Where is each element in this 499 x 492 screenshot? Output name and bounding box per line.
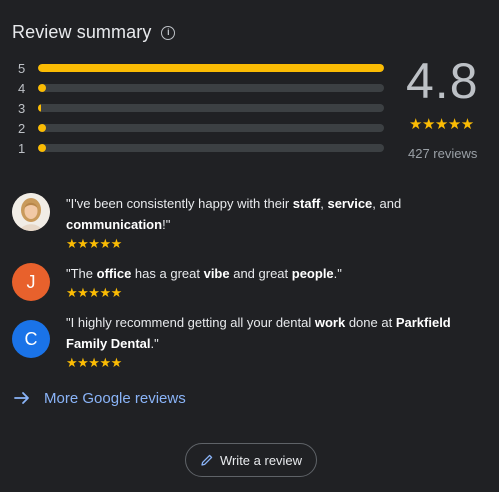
review-text-segment: "I highly recommend getting all your den…	[66, 315, 315, 330]
rating-bar-fill	[38, 104, 41, 112]
review-body: "I highly recommend getting all your den…	[66, 312, 466, 371]
rating-label: 1	[18, 140, 26, 156]
review-stars: ★★★★★	[66, 285, 122, 300]
review-keyword: service	[327, 196, 373, 211]
review-text: "The office has a great vibe and great p…	[66, 263, 466, 284]
review-body: "I've been consistently happy with their…	[66, 193, 466, 252]
review-keyword: staff	[292, 196, 321, 211]
review-text-segment: "I've been consistently happy with their	[66, 196, 293, 211]
review-count[interactable]: 427 reviews	[408, 146, 477, 161]
more-google-reviews-label: More Google reviews	[44, 389, 186, 407]
review-text-segment: and great	[229, 266, 292, 281]
avatar-letter: J	[26, 271, 36, 292]
review-keyword: office	[96, 266, 132, 281]
rating-label: 3	[18, 100, 26, 116]
rating-bar-track	[38, 124, 384, 132]
review-keyword: work	[314, 315, 346, 330]
review-keyword: communication	[66, 217, 163, 232]
review-stars: ★★★★★	[66, 355, 122, 370]
write-review-button[interactable]: Write a review	[185, 443, 317, 477]
review-text: "I've been consistently happy with their…	[66, 193, 466, 235]
rating-bar-track	[38, 144, 384, 152]
review-text-segment: ."	[150, 336, 159, 351]
write-review-label: Write a review	[219, 452, 303, 468]
rating-row-3: 3	[18, 98, 384, 118]
pencil-icon	[201, 454, 213, 466]
avatar	[12, 193, 50, 231]
rating-bar-track	[38, 104, 384, 112]
rating-bar-track	[38, 64, 384, 72]
avatar: J	[12, 263, 50, 301]
review-stars: ★★★★★	[66, 236, 122, 251]
rating-label: 2	[18, 120, 26, 136]
review-snippet[interactable]: C "I highly recommend getting all your d…	[12, 312, 466, 371]
review-text-segment: done at	[345, 315, 396, 330]
review-text-segment: , and	[372, 196, 402, 211]
rating-bar-fill	[38, 124, 46, 132]
rating-bar-fill	[38, 64, 384, 72]
rating-bar-track	[38, 84, 384, 92]
review-summary-header: Review summary i	[12, 22, 176, 43]
review-snippet[interactable]: J "The office has a great vibe and great…	[12, 263, 466, 301]
review-body: "The office has a great vibe and great p…	[66, 263, 466, 301]
review-text-segment: ."	[333, 266, 342, 281]
rating-row-5: 5	[18, 58, 384, 78]
average-stars: ★★★★★	[409, 116, 474, 133]
review-summary-title: Review summary	[12, 22, 152, 42]
review-summary-panel: Review summary i 5 4 3 2 1 4.8 ★★★★★ 427…	[0, 0, 499, 492]
review-text: "I highly recommend getting all your den…	[66, 312, 466, 354]
info-icon[interactable]: i	[161, 25, 176, 40]
reviewer-photo-icon	[12, 193, 50, 231]
more-google-reviews-link[interactable]: More Google reviews	[12, 388, 186, 408]
review-text-segment: has a great	[131, 266, 204, 281]
review-text-segment: !"	[162, 217, 171, 232]
rating-row-4: 4	[18, 78, 384, 98]
rating-row-1: 1	[18, 138, 384, 158]
review-keyword: vibe	[203, 266, 230, 281]
avatar: C	[12, 320, 50, 358]
rating-distribution: 5 4 3 2 1	[18, 58, 384, 158]
review-text-segment: "The	[66, 266, 97, 281]
review-snippet[interactable]: "I've been consistently happy with their…	[12, 193, 466, 252]
average-rating: 4.8	[406, 53, 479, 109]
arrow-right-icon	[14, 392, 29, 404]
rating-bar-fill	[38, 84, 46, 92]
rating-row-2: 2	[18, 118, 384, 138]
rating-bar-fill	[38, 144, 46, 152]
rating-label: 5	[18, 60, 26, 76]
avatar-letter: C	[24, 328, 38, 349]
rating-label: 4	[18, 80, 26, 96]
review-keyword: people	[291, 266, 334, 281]
